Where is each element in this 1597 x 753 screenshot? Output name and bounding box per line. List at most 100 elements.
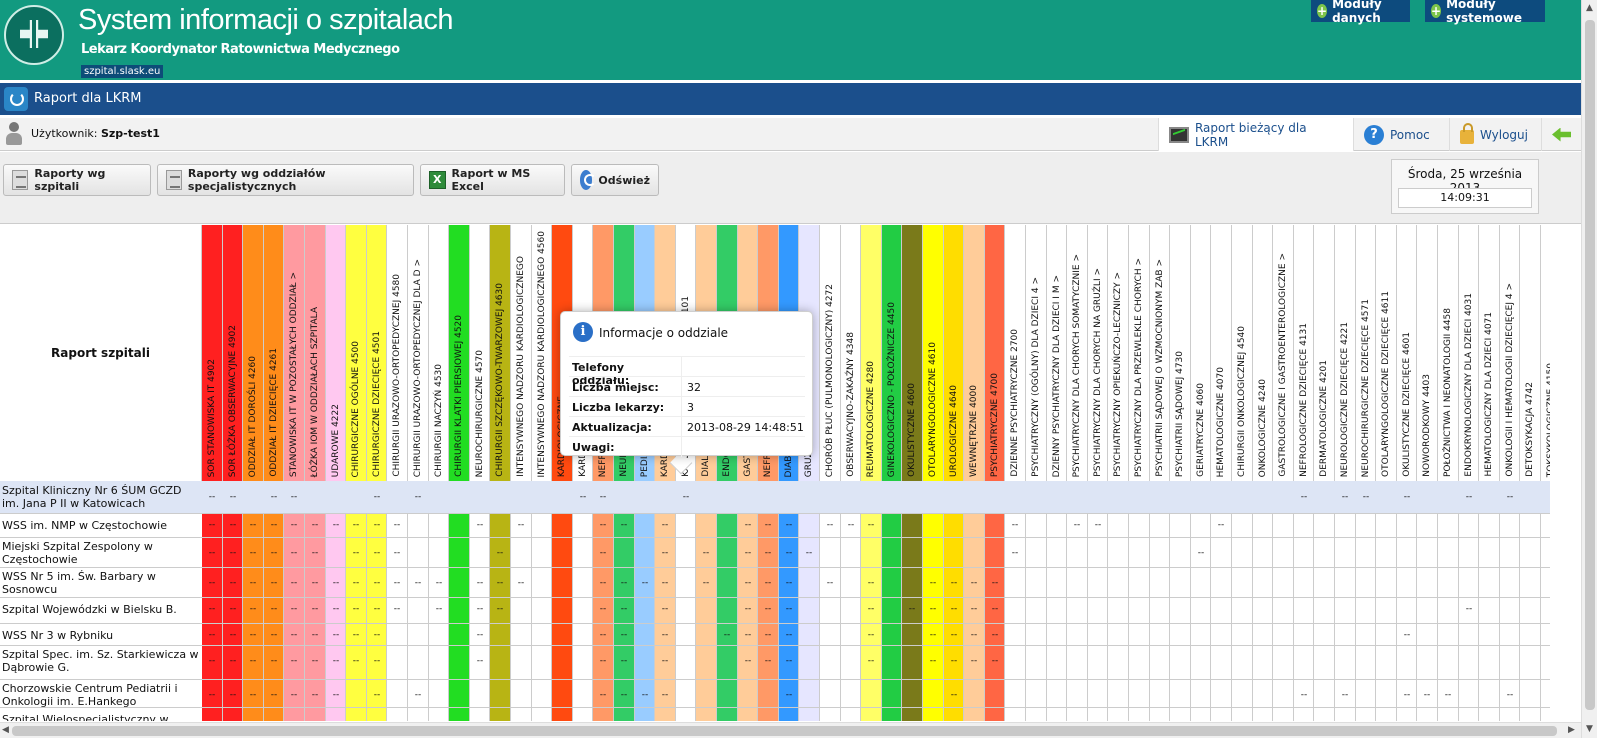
vertical-scroll-thumb[interactable] <box>1585 20 1595 710</box>
scroll-up-icon[interactable]: ▲ <box>1586 3 1593 13</box>
table-cell[interactable]: -- <box>470 520 490 530</box>
column-header[interactable]: Neurochirurgiczne 4570 <box>470 225 490 481</box>
table-cell[interactable]: -- <box>593 604 613 614</box>
table-cell[interactable]: -- <box>738 520 758 530</box>
table-cell[interactable]: -- <box>202 604 222 614</box>
table-cell[interactable]: -- <box>614 630 634 640</box>
table-cell[interactable]: -- <box>284 548 304 558</box>
column-header[interactable]: Chirurgii urazowo-ortopedycznej 4580 <box>387 225 408 481</box>
table-cell[interactable]: -- <box>944 578 964 588</box>
table-cell[interactable]: -- <box>264 690 284 700</box>
table-cell[interactable]: -- <box>614 604 634 614</box>
column-header[interactable]: Psychiatrii sądowej 4730 <box>1170 225 1191 481</box>
table-cell[interactable]: -- <box>655 548 675 558</box>
table-cell[interactable]: -- <box>326 690 346 700</box>
table-cell[interactable]: -- <box>1500 492 1520 502</box>
table-cell[interactable]: -- <box>655 656 675 666</box>
table-cell[interactable]: -- <box>964 604 984 614</box>
table-cell[interactable]: -- <box>985 656 1005 666</box>
column-header[interactable]: Intensywnego nadzoru kardiologicznego 45… <box>532 225 552 481</box>
column-header[interactable]: Wewnętrzne 4000 <box>964 225 985 481</box>
table-cell[interactable]: -- <box>779 578 799 588</box>
column-header[interactable]: Onkologiczne 4240 <box>1253 225 1273 481</box>
table-cell[interactable]: -- <box>923 578 943 588</box>
table-cell[interactable]: -- <box>758 520 778 530</box>
reports-by-ward-button[interactable]: Raporty wg oddziałów specjalistycznych <box>157 164 414 196</box>
table-cell[interactable]: -- <box>779 604 799 614</box>
reports-by-hospital-button[interactable]: Raporty wg szpitali <box>3 164 151 196</box>
table-cell[interactable]: -- <box>738 548 758 558</box>
table-cell[interactable]: -- <box>614 578 634 588</box>
table-cell[interactable]: -- <box>593 656 613 666</box>
table-cell[interactable]: -- <box>1459 492 1479 502</box>
table-cell[interactable]: -- <box>346 548 366 558</box>
table-cell[interactable]: -- <box>923 604 943 614</box>
table-cell[interactable]: -- <box>985 630 1005 640</box>
table-cell[interactable]: -- <box>367 492 387 502</box>
column-header[interactable]: Noworodkowy 4403 <box>1417 225 1438 481</box>
table-cell[interactable]: -- <box>305 604 325 614</box>
table-cell[interactable]: -- <box>243 656 263 666</box>
table-cell[interactable]: -- <box>326 520 346 530</box>
table-cell[interactable]: -- <box>264 548 284 558</box>
table-cell[interactable]: -- <box>985 604 1005 614</box>
column-header[interactable]: Oddział IT dorośli 4260 <box>243 225 264 481</box>
table-cell[interactable]: -- <box>758 548 778 558</box>
table-cell[interactable]: -- <box>902 604 922 614</box>
table-cell[interactable]: -- <box>758 656 778 666</box>
column-header[interactable]: Psychiatryczne 4700 <box>985 225 1005 481</box>
table-cell[interactable]: -- <box>326 578 346 588</box>
table-cell[interactable]: -- <box>490 604 510 614</box>
table-cell[interactable]: -- <box>1397 630 1417 640</box>
table-cell[interactable]: -- <box>346 604 366 614</box>
table-cell[interactable]: -- <box>1294 690 1314 700</box>
table-cell[interactable]: -- <box>305 656 325 666</box>
column-header[interactable]: Udarowe 4222 <box>326 225 346 481</box>
column-header[interactable]: Intensywnego nadzoru kardiologicznego <box>511 225 532 481</box>
column-header[interactable]: Psychiatryczny dla chorych somatycznie > <box>1067 225 1088 481</box>
table-cell[interactable]: -- <box>284 578 304 588</box>
table-cell[interactable]: -- <box>614 690 634 700</box>
table-cell[interactable]: -- <box>243 578 263 588</box>
table-cell[interactable]: -- <box>264 656 284 666</box>
table-cell[interactable]: -- <box>284 604 304 614</box>
column-header[interactable]: Psychiatrii sądowej o wzmocnionym zab > <box>1150 225 1170 481</box>
table-cell[interactable]: -- <box>614 656 634 666</box>
table-cell[interactable]: -- <box>367 630 387 640</box>
table-cell[interactable]: -- <box>243 630 263 640</box>
table-cell[interactable]: -- <box>367 690 387 700</box>
table-cell[interactable]: -- <box>841 520 861 530</box>
table-cell[interactable]: -- <box>779 548 799 558</box>
column-header[interactable]: Toksykologiczne 4150 <box>1541 225 1550 481</box>
scroll-left-icon[interactable]: ◀ <box>2 725 9 735</box>
table-cell[interactable]: -- <box>346 520 366 530</box>
table-cell[interactable]: -- <box>738 630 758 640</box>
column-header[interactable]: Stanowiska IT w pozostałych oddział > <box>284 225 305 481</box>
table-cell[interactable]: -- <box>758 604 778 614</box>
table-cell[interactable]: -- <box>944 690 964 700</box>
column-header[interactable]: SOR łóżka obserwacyjne 4902 <box>223 225 243 481</box>
table-cell[interactable]: -- <box>944 630 964 640</box>
scroll-down-icon[interactable]: ▼ <box>1586 724 1593 734</box>
column-header[interactable]: Neurochirurgiczne dziecięce 4571 <box>1356 225 1376 481</box>
column-header[interactable]: Dermatologiczne 4201 <box>1314 225 1335 481</box>
table-cell[interactable]: -- <box>243 604 263 614</box>
column-header[interactable]: Chorób płuc (pulmonologiczny) 4272 <box>820 225 841 481</box>
column-header[interactable]: Psychiatryczny opiekuńczo-leczniczy > <box>1108 225 1129 481</box>
table-cell[interactable]: -- <box>820 520 840 530</box>
table-cell[interactable]: -- <box>387 520 407 530</box>
table-cell[interactable]: -- <box>367 604 387 614</box>
column-header[interactable]: Położnictwa i neonatologii 4458 <box>1438 225 1459 481</box>
hospital-name[interactable]: WSS Nr 3 w Rybniku <box>2 629 200 642</box>
table-cell[interactable]: -- <box>593 520 613 530</box>
table-cell[interactable]: -- <box>676 492 696 502</box>
table-cell[interactable]: -- <box>696 548 716 558</box>
table-cell[interactable]: -- <box>305 630 325 640</box>
table-cell[interactable]: -- <box>264 520 284 530</box>
table-cell[interactable]: -- <box>1459 604 1479 614</box>
table-cell[interactable]: -- <box>284 492 304 502</box>
column-header[interactable]: Oddział IT dziecięce 4261 <box>264 225 284 481</box>
table-cell[interactable]: -- <box>326 630 346 640</box>
horizontal-scroll-thumb[interactable] <box>12 726 1557 736</box>
table-cell[interactable]: -- <box>1335 690 1355 700</box>
